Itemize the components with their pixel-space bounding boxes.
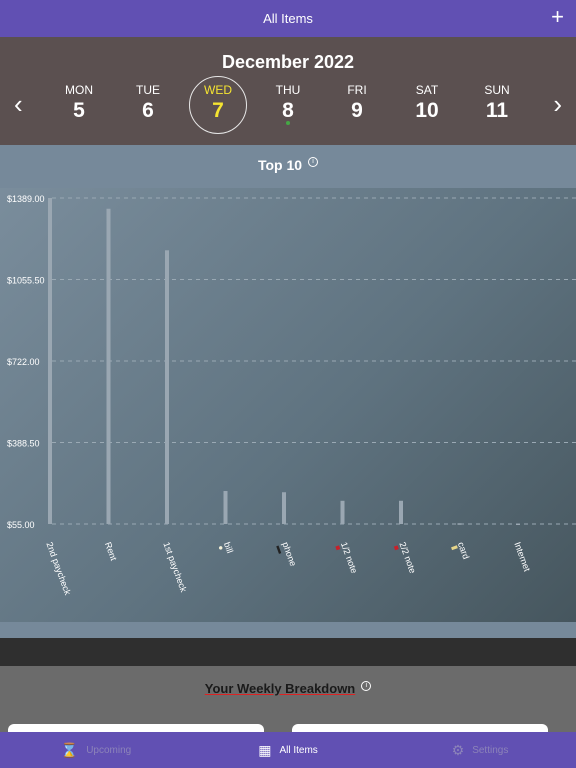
tab-label: Settings <box>472 744 509 756</box>
bar <box>223 491 228 524</box>
week-header: December 2022 ‹ › MON 5 TUE 6 WED 7 THU … <box>0 37 576 145</box>
day-sun[interactable]: SUN 11 <box>469 83 525 123</box>
bar <box>282 492 286 524</box>
y-tick-label: $1389.00 <box>7 194 45 204</box>
bar <box>165 250 169 524</box>
tab-label: Upcoming <box>86 744 132 756</box>
page-title: All Items <box>263 11 313 26</box>
x-tick-label: 1st paycheck <box>161 541 189 594</box>
section-divider <box>0 638 576 666</box>
weekly-breakdown-section: Your Weekly Breakdown i <box>0 666 576 736</box>
day-name: THU <box>275 83 301 97</box>
tab-settings[interactable]: ⚙ Settings <box>384 732 576 768</box>
day-sat[interactable]: SAT 10 <box>399 83 455 123</box>
next-week-button[interactable]: › <box>553 89 562 119</box>
chart-title-text: Top 10 <box>257 157 303 173</box>
y-tick-label: $388.50 <box>7 439 40 449</box>
hourglass-icon: ⌛ <box>60 741 79 758</box>
breakdown-title: Your Weekly Breakdown i <box>0 681 576 696</box>
day-name: SAT <box>415 83 439 97</box>
tab-label: All Items <box>279 744 318 756</box>
day-name: MON <box>65 83 93 97</box>
day-name: SUN <box>484 83 510 97</box>
x-tick-label: Rent <box>103 541 119 563</box>
tab-all-items[interactable]: ▦ All Items <box>192 732 384 768</box>
x-tick-label: 2nd paycheck <box>44 541 73 597</box>
day-tue[interactable]: TUE 6 <box>120 83 176 123</box>
bar <box>48 198 52 524</box>
top-10-chart-panel: Top 10 i $1389.00 $1055.50 $722.00 $388.50 $5… <box>0 145 576 638</box>
add-item-button[interactable]: + <box>551 6 564 28</box>
day-fri[interactable]: FRI 9 <box>329 83 385 123</box>
breakdown-title-text: Your Weekly Breakdown <box>204 681 356 696</box>
day-date: 9 <box>351 99 363 122</box>
previous-week-button[interactable]: ‹ <box>14 89 23 119</box>
day-date: 11 <box>485 99 509 122</box>
day-name: WED <box>204 83 232 97</box>
day-name: FRI <box>347 83 367 97</box>
bar <box>399 500 403 524</box>
bar-chart: $1389.00 $1055.50 $722.00 $388.50 $55.00 2nd … <box>7 194 576 597</box>
bar <box>106 208 111 524</box>
tab-bar: ⌛ Upcoming ▦ All Items ⚙ Settings <box>0 732 576 768</box>
chart-plot-area: $1389.00 $1055.50 $722.00 $388.50 $55.00 2nd … <box>0 188 576 622</box>
y-tick-label: $722.00 <box>7 357 40 367</box>
day-thu[interactable]: THU 8 <box>260 83 316 125</box>
day-date: 6 <box>142 99 154 122</box>
info-icon[interactable]: i <box>308 157 319 167</box>
day-date: 7 <box>212 99 224 122</box>
x-tick-label: 1/2 note <box>339 541 360 575</box>
nav-bar: All Items + <box>0 0 576 37</box>
bar <box>340 500 345 524</box>
month-title: December 2022 <box>221 52 355 72</box>
chart-title: Top 10 i <box>0 157 576 173</box>
x-tick-label: phone <box>280 541 298 568</box>
gear-icon: ⚙ <box>451 741 465 758</box>
x-tick-label: bill <box>222 541 235 555</box>
x-tick-label: Internet <box>512 541 532 574</box>
day-wed-selected[interactable]: WED 7 <box>189 76 247 134</box>
x-tick-label: 2/2 note <box>397 541 418 575</box>
y-tick-label: $55.00 <box>7 520 35 530</box>
day-date: 5 <box>73 99 85 122</box>
day-name: TUE <box>136 83 160 97</box>
x-tick-label: card <box>456 541 471 561</box>
info-icon[interactable]: i <box>361 681 372 691</box>
bar <box>516 523 520 526</box>
day-date: 10 <box>415 99 439 122</box>
y-tick-label: $1055.50 <box>7 276 45 286</box>
day-mon[interactable]: MON 5 <box>51 83 107 123</box>
item-indicator-dot <box>286 121 290 125</box>
calendar-icon: ▦ <box>258 741 272 758</box>
day-date: 8 <box>282 99 294 122</box>
bar <box>457 523 462 525</box>
tab-upcoming[interactable]: ⌛ Upcoming <box>0 732 192 768</box>
